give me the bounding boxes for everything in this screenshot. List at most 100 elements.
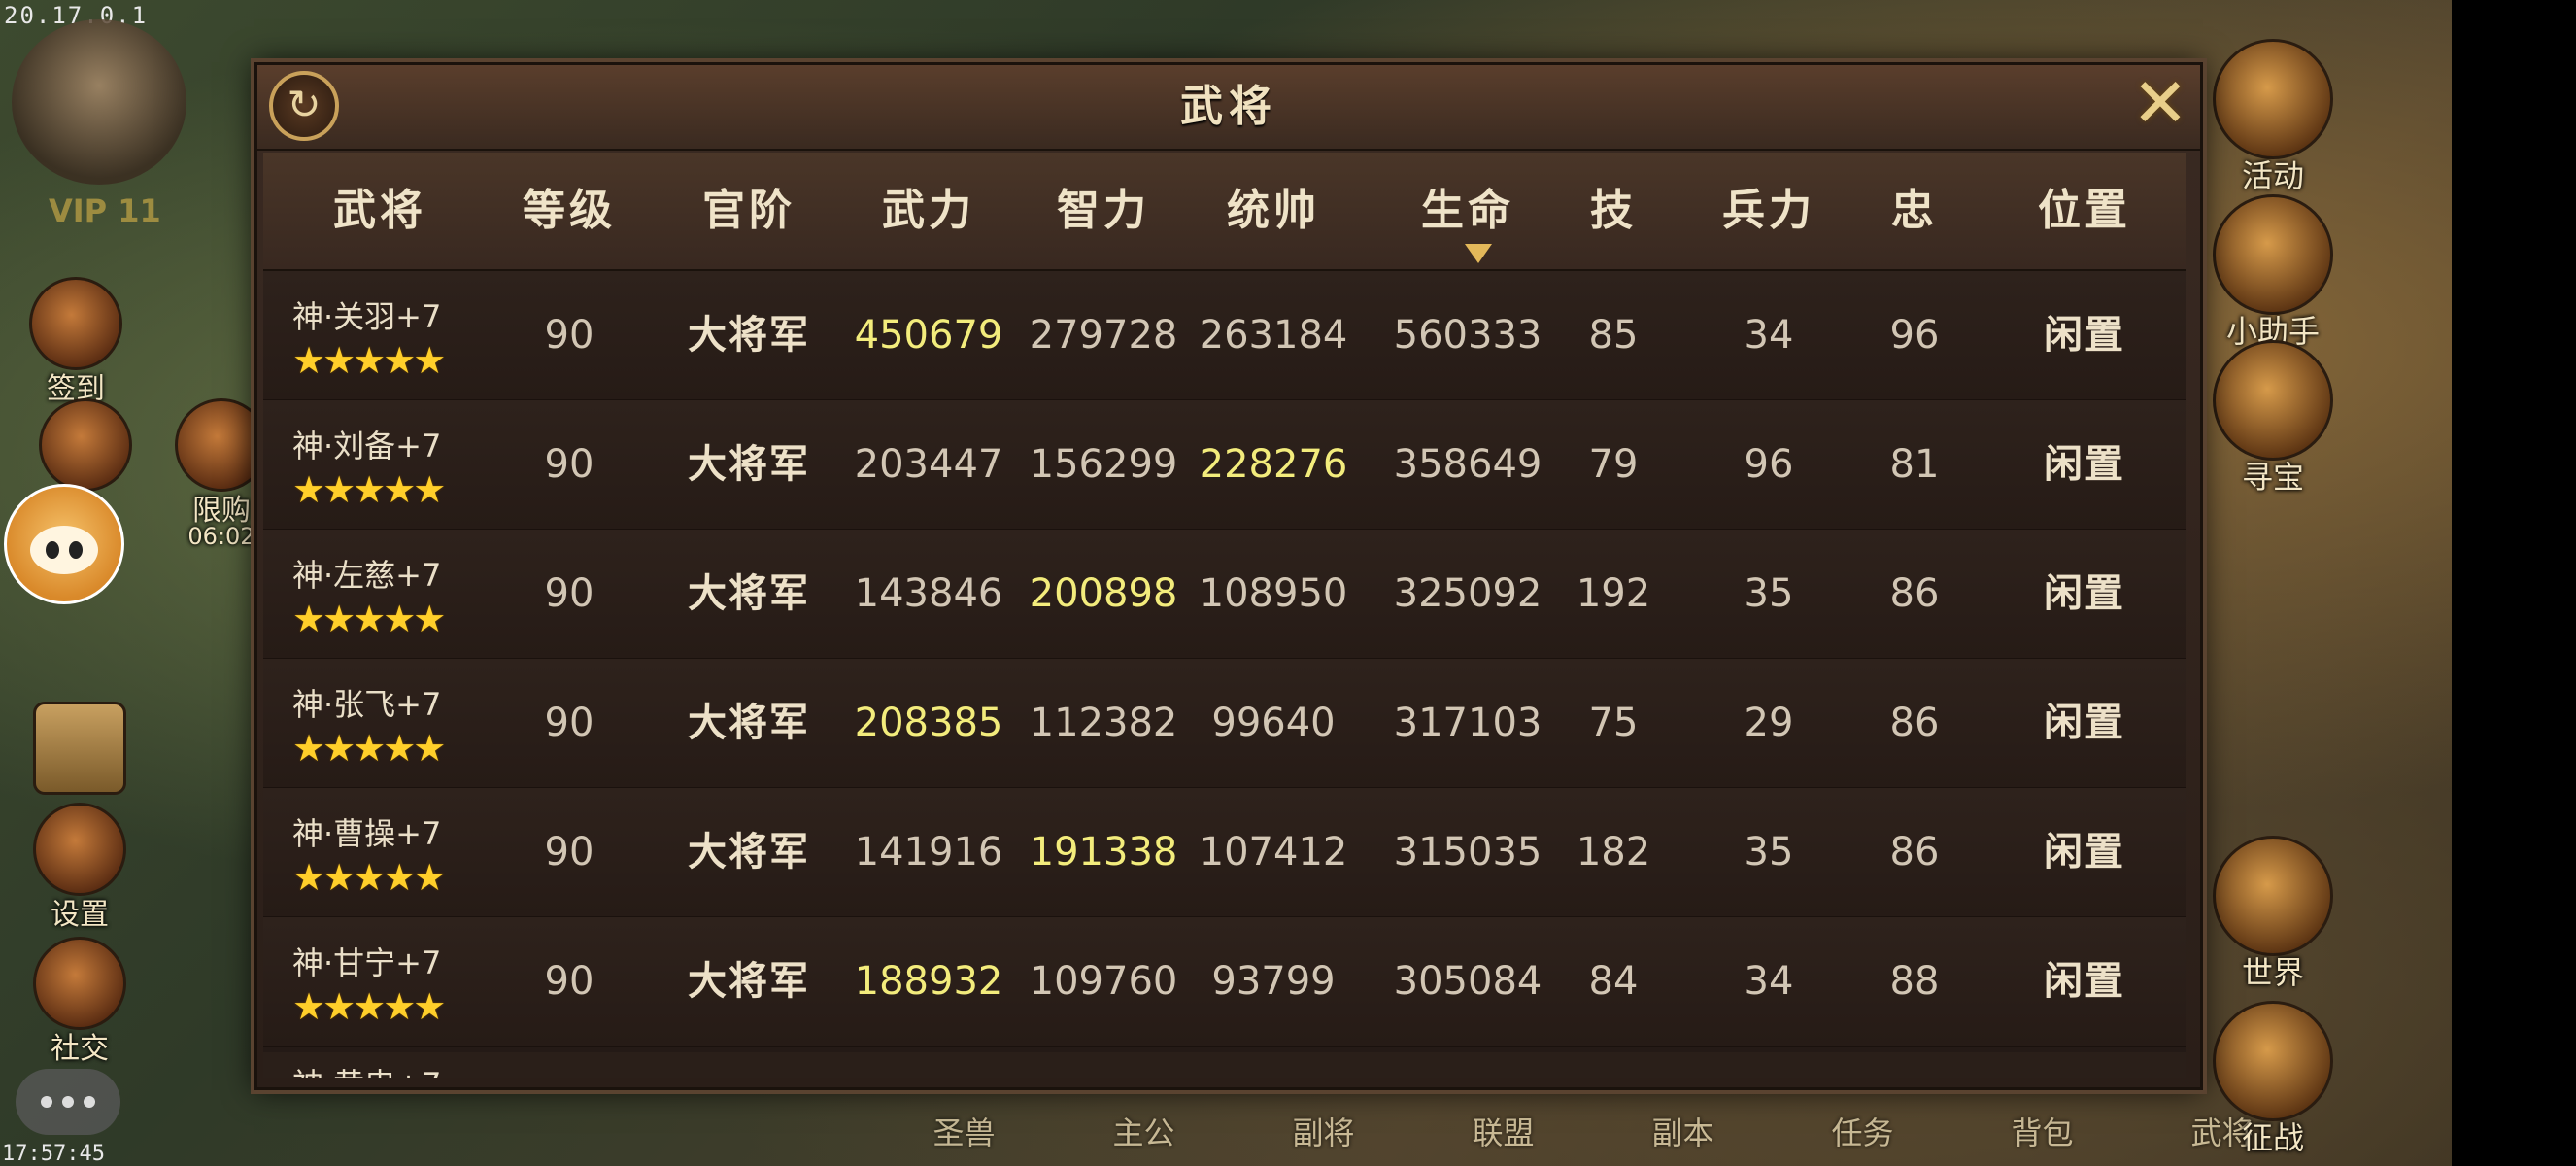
intellect-cell: 156299 xyxy=(1029,442,1178,487)
level-cell: 90 xyxy=(544,830,594,874)
position-cell: 闲置 xyxy=(2044,313,2125,358)
intellect-cell: 279728 xyxy=(1029,313,1178,358)
col-level[interactable]: 等级 xyxy=(482,153,657,269)
table-row[interactable]: 神·黄忠+7 xyxy=(263,1052,2186,1078)
intellect-cell: 200898 xyxy=(1029,571,1178,616)
assistant-button[interactable]: 小助手 xyxy=(2210,194,2336,352)
nav-deputy[interactable]: 副将 xyxy=(1234,1100,1413,1166)
star-rating-icon: ★★★★★ xyxy=(292,468,446,511)
general-name: 神·曹操+7 xyxy=(292,815,442,852)
force-cell: 203447 xyxy=(854,442,1003,487)
col-intellect[interactable]: 智力 xyxy=(1016,153,1191,269)
nav-quest[interactable]: 任务 xyxy=(1773,1100,1952,1166)
game-scene: 20.17.0.1 VIP 11 签到 厅 限购 06:02 设置 社交 17:… xyxy=(0,0,2452,1166)
dragon-icon xyxy=(2213,1001,2333,1121)
star-rating-icon: ★★★★★ xyxy=(292,856,446,899)
col-skill[interactable]: 技 xyxy=(1555,153,1672,269)
rank-cell: 大将军 xyxy=(688,571,810,616)
troops-cell: 35 xyxy=(1744,830,1794,874)
intellect-cell: 109760 xyxy=(1029,959,1178,1004)
gear-icon xyxy=(33,803,126,896)
troops-cell: 35 xyxy=(1744,571,1794,616)
campaign-button[interactable]: 征战 xyxy=(2210,1001,2336,1158)
position-cell: 闲置 xyxy=(2044,571,2125,616)
dragon-icon xyxy=(2213,836,2333,956)
general-name: 神·黄忠+7 xyxy=(292,1060,441,1078)
table-row[interactable]: 神·张飞+7 ★★★★★ 90 大将军 208385 112382 99640 317103 7… xyxy=(263,659,2186,789)
col-force[interactable]: 武力 xyxy=(841,153,1016,269)
col-general[interactable]: 武将 xyxy=(283,153,477,269)
force-cell: 141916 xyxy=(854,830,1003,874)
general-name: 神·左慈+7 xyxy=(292,557,442,594)
sign-in-icon xyxy=(29,277,122,370)
loyalty-cell: 86 xyxy=(1889,830,1940,874)
generals-table: 武将 等级 官阶 武力 智力 统帅 生命 技 兵力 忠 位置 神·关羽+7 ★★★… xyxy=(263,153,2186,1078)
col-troops[interactable]: 兵力 xyxy=(1681,153,1856,269)
troops-cell: 29 xyxy=(1744,701,1794,745)
loyalty-cell: 81 xyxy=(1889,442,1940,487)
level-cell: 90 xyxy=(544,701,594,745)
level-cell: 90 xyxy=(544,313,594,358)
star-rating-icon: ★★★★★ xyxy=(292,727,446,770)
scroll-icon xyxy=(2213,194,2333,315)
vip-badge: VIP 11 xyxy=(49,192,161,229)
command-cell: 107412 xyxy=(1199,830,1348,874)
life-cell: 560333 xyxy=(1393,313,1542,358)
col-rank[interactable]: 官阶 xyxy=(661,153,836,269)
settings-button[interactable]: 设置 xyxy=(33,803,126,933)
cat-mascot-icon[interactable] xyxy=(4,484,124,604)
bottom-nav: 圣兽 主公 副将 联盟 副本 任务 背包 武将 xyxy=(874,1100,2312,1166)
nav-bag[interactable]: 背包 xyxy=(1952,1100,2132,1166)
command-cell: 99640 xyxy=(1211,701,1336,745)
chat-button[interactable] xyxy=(16,1069,120,1135)
nav-alliance[interactable]: 联盟 xyxy=(1413,1100,1593,1166)
close-icon[interactable]: ✕ xyxy=(2128,69,2192,137)
position-cell: 闲置 xyxy=(2044,830,2125,874)
command-cell: 93799 xyxy=(1211,959,1336,1004)
gift-box-icon xyxy=(2213,39,2333,159)
table-row[interactable]: 神·甘宁+7 ★★★★★ 90 大将军 188932 109760 93799 305084 8… xyxy=(263,917,2186,1047)
treasure-hunt-button[interactable]: 寻宝 xyxy=(2210,340,2336,497)
clock: 17:57:45 xyxy=(2,1142,105,1166)
table-row[interactable]: 神·关羽+7 ★★★★★ 90 大将军 450679 279728 263184 560333… xyxy=(263,271,2186,401)
col-position[interactable]: 位置 xyxy=(1987,153,2182,269)
life-cell: 358649 xyxy=(1393,442,1542,487)
nav-holy-beast[interactable]: 圣兽 xyxy=(874,1100,1054,1166)
position-cell: 闲置 xyxy=(2044,959,2125,1004)
force-cell: 450679 xyxy=(854,313,1003,358)
rank-cell: 大将军 xyxy=(688,701,810,745)
troops-cell: 34 xyxy=(1744,313,1794,358)
panel-title: 武将 xyxy=(1180,82,1277,131)
limited-offer-timer: 06:02 xyxy=(187,523,255,550)
refresh-icon[interactable]: ↻ xyxy=(269,71,339,141)
world-button[interactable]: 世界 xyxy=(2210,836,2336,993)
rank-cell: 大将军 xyxy=(688,959,810,1004)
star-rating-icon: ★★★★★ xyxy=(292,598,446,640)
skill-cell: 85 xyxy=(1588,313,1639,358)
troops-cell: 34 xyxy=(1744,959,1794,1004)
command-cell: 228276 xyxy=(1199,442,1348,487)
col-loyalty[interactable]: 忠 xyxy=(1856,153,1973,269)
player-avatar[interactable] xyxy=(12,19,186,185)
table-header: 武将 等级 官阶 武力 智力 统帅 生命 技 兵力 忠 位置 xyxy=(263,153,2186,271)
nav-lord[interactable]: 主公 xyxy=(1054,1100,1234,1166)
intellect-cell: 112382 xyxy=(1029,701,1178,745)
mail-button[interactable] xyxy=(33,702,126,795)
troops-cell: 96 xyxy=(1744,442,1794,487)
social-button[interactable]: 社交 xyxy=(33,937,126,1067)
nav-dungeon[interactable]: 副本 xyxy=(1593,1100,1773,1166)
events-button[interactable]: 活动 xyxy=(2210,39,2336,196)
chat-dot-icon xyxy=(62,1096,74,1108)
mail-icon xyxy=(33,702,126,795)
chat-dot-icon xyxy=(84,1096,95,1108)
life-cell: 305084 xyxy=(1393,959,1542,1004)
panel-title-bar: 武将 ↻ ✕ xyxy=(257,65,2200,151)
col-command[interactable]: 统帅 xyxy=(1186,153,1361,269)
table-row[interactable]: 神·曹操+7 ★★★★★ 90 大将军 141916 191338 107412 315035… xyxy=(263,788,2186,918)
skill-cell: 84 xyxy=(1588,959,1639,1004)
skill-cell: 192 xyxy=(1576,571,1651,616)
skill-cell: 79 xyxy=(1588,442,1639,487)
sign-in-button[interactable]: 签到 xyxy=(29,277,122,407)
table-row[interactable]: 神·刘备+7 ★★★★★ 90 大将军 203447 156299 228276 358649… xyxy=(263,400,2186,531)
table-row[interactable]: 神·左慈+7 ★★★★★ 90 大将军 143846 200898 108950 325092… xyxy=(263,530,2186,660)
